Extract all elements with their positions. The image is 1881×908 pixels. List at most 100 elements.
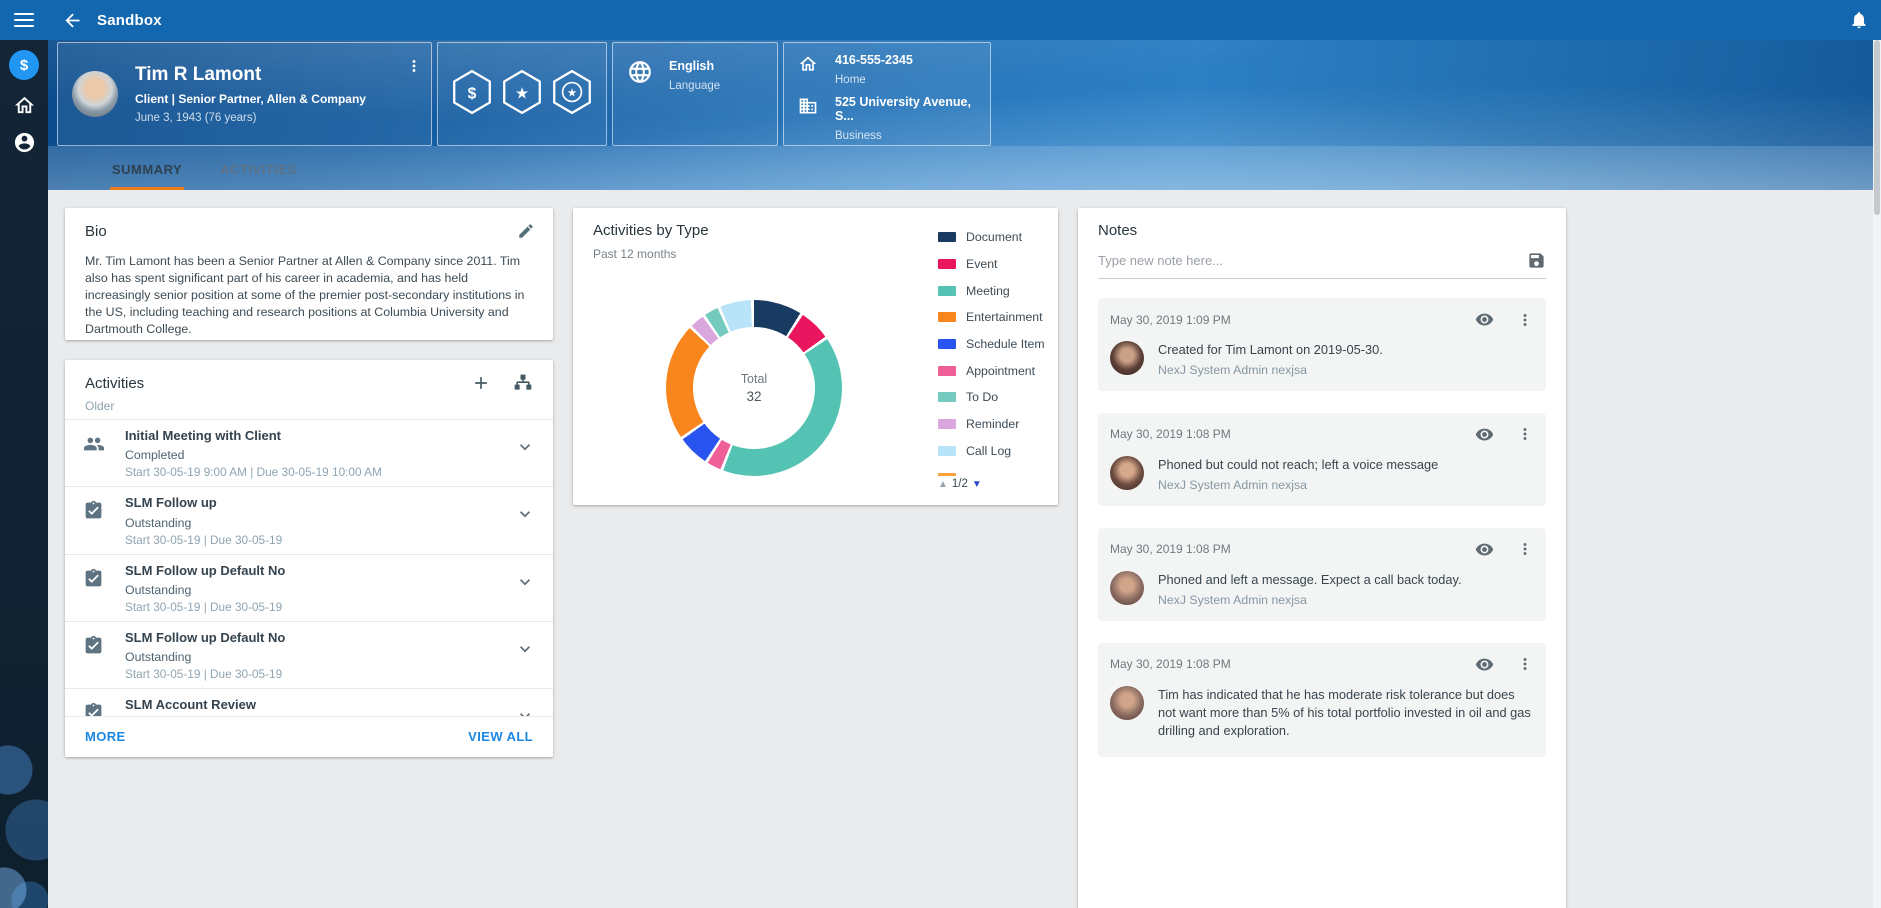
legend-item[interactable]: Appointment (938, 357, 1056, 384)
page-title: Sandbox (97, 12, 162, 29)
legend-item-clipped (938, 464, 1056, 476)
scrollbar-thumb[interactable] (1874, 40, 1880, 215)
phone-row[interactable]: 416-555-2345 Home (798, 53, 976, 86)
note-menu-icon[interactable] (1516, 311, 1534, 329)
activity-status: Outstanding (125, 650, 507, 664)
note-author: NexJ System Admin nexjsa (1158, 478, 1438, 492)
donut-total-label: Total (741, 372, 767, 386)
home-phone-icon (798, 54, 818, 79)
activity-row[interactable]: SLM Follow up Default No Outstanding Start… (65, 621, 553, 688)
legend-label: Reminder (966, 417, 1019, 431)
contact-birthdate: June 3, 1943 (76 years) (135, 112, 366, 124)
note-item: May 30, 2019 1:08 PMTim has indicated th… (1098, 643, 1546, 758)
new-note-input[interactable] (1098, 253, 1517, 268)
avatar (1110, 571, 1144, 605)
badges-card: $ ★ ★ (437, 42, 607, 146)
activity-title: SLM Follow up Default No (125, 630, 507, 646)
legend-item[interactable]: Entertainment (938, 304, 1056, 331)
tab-activities[interactable]: ACTIVITIES (218, 149, 299, 190)
notifications-icon[interactable] (1849, 10, 1869, 35)
tab-summary[interactable]: SUMMARY (110, 149, 184, 190)
legend-swatch (938, 419, 956, 429)
accounts-icon[interactable]: $ (9, 50, 39, 80)
view-all-button[interactable]: VIEW ALL (468, 729, 533, 744)
legend-label: Appointment (966, 364, 1035, 378)
profile-menu-icon[interactable] (405, 57, 423, 80)
avatar[interactable] (72, 71, 118, 117)
back-button[interactable] (62, 10, 83, 31)
legend-label: Document (966, 230, 1022, 244)
legend-item[interactable]: Document (938, 224, 1056, 251)
globe-icon (627, 59, 653, 90)
activity-status: Completed (125, 448, 507, 462)
chart-subtitle: Past 12 months (593, 247, 676, 261)
add-activity-icon[interactable] (471, 373, 491, 393)
note-menu-icon[interactable] (1516, 655, 1534, 673)
language-value: English (669, 59, 720, 73)
legend-item[interactable]: Schedule Item (938, 331, 1056, 358)
chevron-down-icon[interactable] (515, 572, 535, 597)
note-menu-icon[interactable] (1516, 540, 1534, 558)
eye-icon[interactable] (1475, 540, 1494, 559)
chevron-down-icon[interactable] (515, 504, 535, 529)
donut-chart[interactable]: Total 32 (666, 300, 842, 476)
note-menu-icon[interactable] (1516, 425, 1534, 443)
address-row[interactable]: 525 University Avenue, S... Business (798, 95, 976, 142)
left-rail: $ (0, 40, 48, 908)
legend-item[interactable]: Call Log (938, 438, 1056, 465)
legend-pager: ▲ 1/2 ▼ (938, 478, 982, 490)
legend-page-down-icon[interactable]: ▼ (972, 479, 982, 490)
save-note-icon[interactable] (1527, 251, 1546, 270)
phone-value: 416-555-2345 (835, 53, 913, 67)
activity-dates: Start 30-05-19 | Due 30-05-19 (125, 667, 507, 681)
contact-header: Tim R Lamont Client | Senior Partner, Al… (48, 40, 1881, 190)
edit-pencil-icon[interactable] (517, 222, 535, 245)
activity-title: SLM Account Review (125, 697, 507, 713)
legend-swatch (938, 286, 956, 296)
note-text: Phoned and left a message. Expect a call… (1158, 571, 1462, 589)
legend-item[interactable]: Reminder (938, 411, 1056, 438)
contact-name: Tim R Lamont (135, 64, 366, 86)
note-author: NexJ System Admin nexjsa (1158, 363, 1383, 377)
note-timestamp: May 30, 2019 1:09 PM (1110, 313, 1475, 327)
main-content: Bio Mr. Tim Lamont has been a Senior Par… (48, 190, 1881, 908)
profile-card: Tim R Lamont Client | Senior Partner, Al… (57, 42, 432, 146)
legend-swatch (938, 392, 956, 402)
eye-icon[interactable] (1475, 425, 1494, 444)
legend-item[interactable]: Event (938, 251, 1056, 278)
activity-row[interactable]: SLM Follow up Default NoOutstandingStart… (65, 554, 553, 621)
eye-icon[interactable] (1475, 655, 1494, 674)
home-icon[interactable] (13, 94, 36, 117)
note-author: NexJ System Admin nexjsa (1158, 593, 1462, 607)
activity-row[interactable]: Initial Meeting with ClientCompletedStar… (65, 419, 553, 486)
activity-status: Outstanding (125, 516, 507, 530)
profile-icon[interactable] (13, 131, 36, 154)
app-bar: Sandbox (0, 0, 1881, 40)
legend-swatch (938, 473, 956, 476)
legend-item[interactable]: To Do (938, 384, 1056, 411)
legend-swatch (938, 366, 956, 376)
hierarchy-icon[interactable] (513, 373, 533, 393)
activity-row[interactable]: SLM Follow upOutstandingStart 30-05-19 |… (65, 486, 553, 553)
activities-card: Activities Older Initial Meeting with Cl… (65, 360, 553, 757)
note-timestamp: May 30, 2019 1:08 PM (1110, 657, 1475, 671)
note-timestamp: May 30, 2019 1:08 PM (1110, 427, 1475, 441)
chevron-down-icon[interactable] (515, 437, 535, 462)
chevron-down-icon[interactable] (515, 639, 535, 664)
page-scrollbar[interactable] (1873, 40, 1881, 908)
eye-icon[interactable] (1475, 310, 1494, 329)
legend-item[interactable]: Meeting (938, 277, 1056, 304)
bio-text: Mr. Tim Lamont has been a Senior Partner… (85, 253, 533, 339)
menu-icon[interactable] (14, 9, 34, 31)
legend-page-up-icon[interactable]: ▲ (938, 479, 948, 490)
task-icon (83, 635, 113, 661)
app-window: Sandbox $ Tim R Lamont Client | Senior P… (0, 0, 1881, 908)
donut-center: Total 32 (693, 327, 815, 449)
star-hex-badge-icon[interactable]: ★ (501, 69, 543, 120)
more-button[interactable]: MORE (85, 729, 126, 744)
legend-label: Schedule Item (966, 337, 1045, 351)
notes-card: Notes May 30, 2019 1:09 PMCreated for Ti… (1078, 208, 1566, 908)
dollar-hex-badge-icon[interactable]: $ (451, 69, 493, 120)
seal-hex-badge-icon[interactable]: ★ (551, 69, 593, 120)
svg-text:★: ★ (567, 85, 577, 99)
